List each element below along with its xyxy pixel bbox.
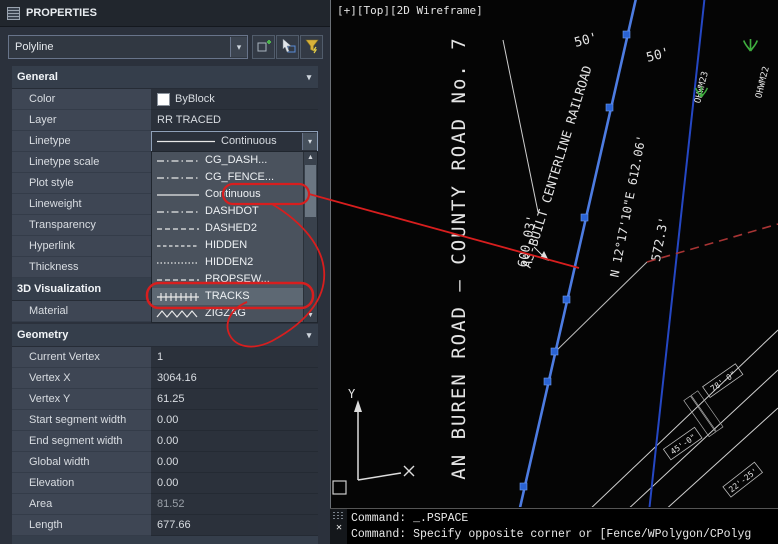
prop-row-start-segment-width: Start segment width 0.00 bbox=[12, 410, 318, 431]
survey-line[interactable] bbox=[502, 39, 539, 213]
prop-row-current-vertex: Current Vertex 1 bbox=[12, 347, 318, 368]
layer-value[interactable]: RR TRACED bbox=[151, 110, 318, 131]
linetype-preview bbox=[157, 140, 215, 143]
prop-row-color: Color ByBlock bbox=[12, 89, 318, 110]
linetype-option[interactable]: DASHDOT bbox=[152, 203, 305, 220]
offset-label-right: 50' bbox=[645, 45, 672, 66]
viewport-corner-grip[interactable] bbox=[332, 480, 347, 495]
linetype-preview bbox=[157, 176, 199, 179]
properties-icon bbox=[7, 6, 20, 20]
linetype-option[interactable]: HIDDEN bbox=[152, 237, 305, 254]
bearing-text: N 12°17'10"E 612.06' bbox=[607, 134, 648, 279]
chevron-down-icon[interactable]: ▾ bbox=[230, 37, 247, 57]
chevron-down-icon[interactable]: ▾ bbox=[300, 72, 318, 83]
prop-row-elevation: Elevation 0.00 bbox=[12, 473, 318, 494]
dimension-box: 22'-25' bbox=[722, 461, 764, 498]
dimension-box: 45'-0" bbox=[662, 426, 703, 461]
object-type-combo[interactable]: Polyline ▾ bbox=[8, 35, 248, 59]
linetype-preview bbox=[157, 261, 199, 264]
toggle-pickadd-button[interactable] bbox=[252, 35, 275, 59]
linetype-preview bbox=[157, 159, 199, 162]
section-header-geometry[interactable]: Geometry ▾ bbox=[12, 324, 318, 347]
prop-row-layer: Layer RR TRACED bbox=[12, 110, 318, 131]
prop-row-vertex-x: Vertex X 3064.16 bbox=[12, 368, 318, 389]
quick-select-icon bbox=[304, 39, 319, 54]
object-type-value: Polyline bbox=[15, 41, 54, 53]
prop-row-area: Area 81.52 bbox=[12, 494, 318, 515]
prop-row-length: Length 677.66 bbox=[12, 515, 318, 536]
color-swatch[interactable] bbox=[157, 92, 170, 106]
grass-symbol bbox=[742, 39, 759, 52]
command-panel-grip[interactable]: ✕ bbox=[330, 509, 347, 544]
drawing-viewport[interactable]: [+][Top][2D Wireframe] AN BUREN ROAD – C… bbox=[330, 0, 778, 508]
prop-row-vertex-y: Vertex Y 61.25 bbox=[12, 389, 318, 410]
prop-row-end-segment-width: End segment width 0.00 bbox=[12, 431, 318, 452]
chevron-down-icon[interactable]: ▾ bbox=[300, 330, 318, 341]
autocad-window: PROPERTIES Polyline ▾ General ▾ Color By… bbox=[0, 0, 778, 544]
linetype-preview bbox=[157, 210, 199, 213]
linetype-option[interactable]: ZIGZAG bbox=[152, 305, 305, 322]
linetype-preview-tracks bbox=[157, 292, 199, 301]
linetype-option[interactable]: Continuous bbox=[152, 186, 305, 203]
scrollbar-thumb[interactable] bbox=[305, 165, 316, 217]
dropdown-scrollbar[interactable]: ▲ ▼ bbox=[303, 152, 317, 322]
linetype-preview bbox=[157, 227, 199, 230]
linetype-combo[interactable]: Continuous ▾ bbox=[151, 131, 318, 152]
centerline-callout-text: AS-BUILT CENTERLINE RAILROAD bbox=[519, 64, 595, 270]
drag-handle-icon[interactable] bbox=[332, 511, 345, 520]
prop-row-linetype: Linetype Continuous ▾ bbox=[12, 131, 318, 152]
scroll-up-icon[interactable]: ▲ bbox=[304, 152, 317, 164]
select-objects-button[interactable] bbox=[276, 35, 299, 59]
viewport-controls-label[interactable]: [+][Top][2D Wireframe] bbox=[337, 4, 483, 17]
palette-title: PROPERTIES bbox=[26, 7, 97, 19]
offset-label-left: 50' bbox=[573, 30, 600, 51]
linetype-option[interactable]: CG_FENCE... bbox=[152, 169, 305, 186]
road-name-text: AN BUREN ROAD – COUNTY ROAD No. 7 bbox=[448, 36, 470, 480]
leader-arrowhead bbox=[540, 251, 549, 261]
tie-line[interactable] bbox=[554, 261, 648, 353]
linetype-option[interactable]: PROPSEW... bbox=[152, 271, 305, 288]
linetype-option[interactable]: HIDDEN2 bbox=[152, 254, 305, 271]
close-icon[interactable]: ✕ bbox=[333, 523, 345, 535]
color-value[interactable]: ByBlock bbox=[151, 89, 318, 110]
chevron-down-icon[interactable]: ▾ bbox=[302, 133, 317, 150]
ohwm22-label: OHWM22 bbox=[754, 66, 772, 100]
select-objects-icon bbox=[282, 38, 295, 53]
linetype-preview-zigzag bbox=[156, 309, 198, 318]
ucs-icon: Y bbox=[332, 387, 415, 495]
linetype-preview bbox=[157, 278, 199, 281]
section-header-partial bbox=[12, 536, 318, 544]
command-line-panel[interactable]: ✕ Command: _.PSPACE Command: Specify opp… bbox=[330, 508, 778, 544]
palette-titlebar[interactable]: PROPERTIES bbox=[0, 0, 330, 27]
command-line-2: Command: Specify opposite corner or [Fen… bbox=[351, 528, 752, 541]
ucs-y-label: Y bbox=[348, 387, 356, 401]
object-type-row: Polyline ▾ bbox=[0, 32, 330, 60]
linetype-preview bbox=[157, 193, 199, 196]
toggle-pickadd-icon bbox=[257, 40, 271, 52]
scroll-down-icon[interactable]: ▼ bbox=[304, 310, 317, 322]
linetype-option-tracks[interactable]: TRACKS bbox=[152, 288, 305, 305]
command-line-1: Command: _.PSPACE bbox=[351, 512, 469, 525]
linetype-option[interactable]: DASHED2 bbox=[152, 220, 305, 237]
linetype-option[interactable]: CG_DASH... bbox=[152, 152, 305, 169]
prop-row-global-width: Global width 0.00 bbox=[12, 452, 318, 473]
linetype-preview bbox=[157, 244, 199, 247]
linetype-dropdown-list: CG_DASH... CG_FENCE... Continuous DASHDO… bbox=[151, 151, 318, 323]
quick-select-button[interactable] bbox=[300, 35, 323, 59]
section-header-general[interactable]: General ▾ bbox=[12, 66, 318, 89]
command-history[interactable]: Command: _.PSPACE Command: Specify oppos… bbox=[351, 511, 776, 543]
